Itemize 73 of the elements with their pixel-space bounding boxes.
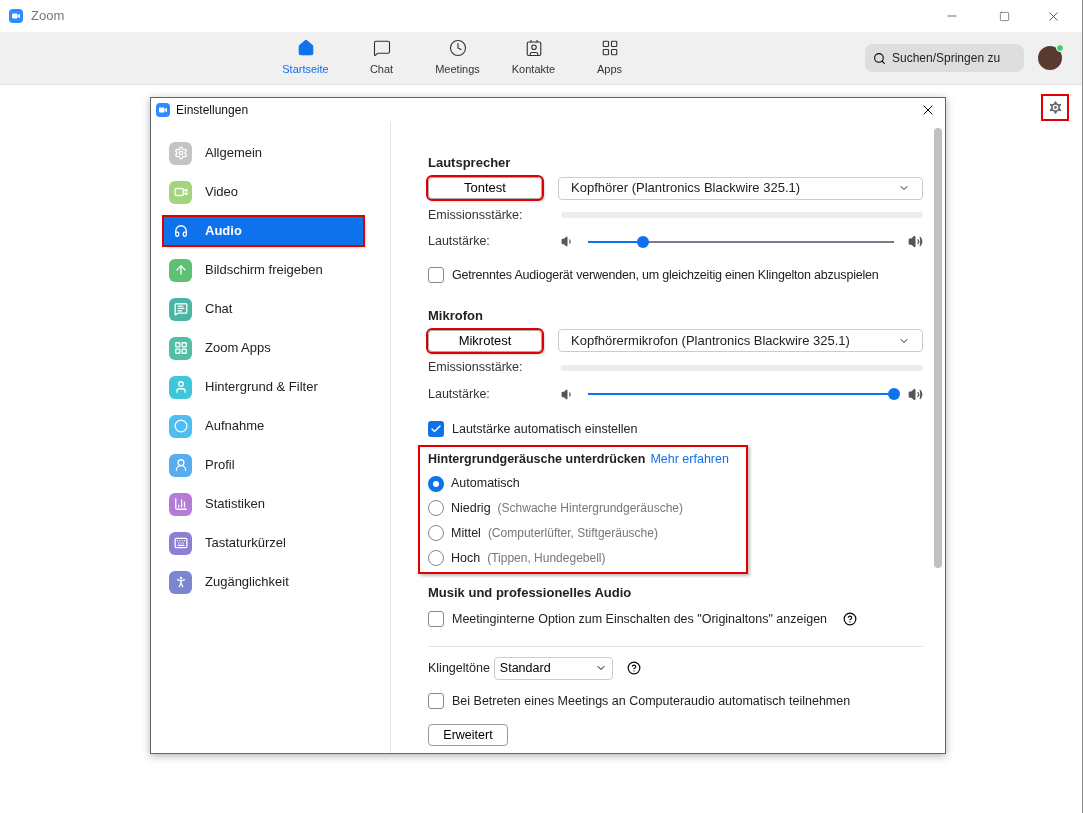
dialog-title: Einstellungen — [176, 102, 249, 119]
sidebar-item[interactable]: Profil — [164, 451, 390, 479]
advanced-button[interactable]: Erweitert — [428, 724, 508, 747]
section-heading: Lautsprecher — [428, 154, 512, 172]
checkbox[interactable] — [428, 267, 444, 284]
radio-hint: (Schwache Hintergrundgeräusche) — [497, 500, 684, 518]
checkbox-label: Getrenntes Audiogerät verwenden, um gleichzeitig einen Klingelton abzuspielen — [452, 267, 879, 284]
learn-more-link[interactable]: Mehr erfahren — [650, 449, 729, 469]
section-heading: Mikrofon — [428, 306, 484, 325]
speaker-high-icon — [908, 234, 923, 250]
home-icon — [296, 38, 315, 57]
contact-icon — [524, 38, 543, 57]
help-icon[interactable] — [626, 661, 641, 675]
slider-thumb[interactable] — [637, 235, 650, 248]
radio-label: Automatisch — [451, 475, 520, 493]
search-icon — [873, 52, 886, 65]
radio-hint: (Computerlüfter, Stiftgeräusche) — [487, 525, 658, 543]
nav-tab[interactable]: Startseite — [269, 38, 342, 78]
radio-label: Mittel — [451, 524, 481, 542]
nav-tab[interactable]: Apps — [573, 38, 646, 78]
sidebar-item[interactable]: Aufnahme — [164, 412, 390, 440]
speaker-high-icon — [908, 386, 923, 402]
radio-button[interactable] — [428, 475, 444, 492]
checkbox[interactable] — [428, 611, 444, 628]
checkbox-label: Meetinginterne Option zum Einschalten des "Originaltons" anzeigen — [452, 610, 828, 628]
field-label: Lautstärke: — [428, 233, 491, 251]
app-logo — [9, 9, 23, 23]
avatar[interactable] — [1038, 46, 1062, 70]
help-icon[interactable] — [843, 612, 858, 627]
maximize-icon[interactable] — [999, 10, 1010, 22]
test-button[interactable]: Mikrotest — [428, 329, 542, 352]
sidebar-item[interactable]: Video — [164, 178, 390, 206]
nav-tab[interactable]: Chat — [345, 38, 418, 78]
device-dropdown[interactable]: Kopfhörermikrofon (Plantronics Blackwire 325.1) — [558, 329, 923, 353]
sidebar-item[interactable]: Hintergrund & Filter — [164, 373, 390, 401]
sidebar-item[interactable]: Audio — [164, 217, 363, 245]
nav-tab[interactable]: Meetings — [421, 38, 494, 78]
field-label: Klingeltöne — [428, 659, 490, 677]
checkbox[interactable] — [428, 692, 444, 709]
radio-label: Niedrig — [451, 500, 491, 517]
field-label: Emissionsstärke: — [428, 206, 524, 224]
speaker-low-icon — [561, 387, 574, 401]
speaker-low-icon — [561, 235, 574, 249]
clock-icon — [448, 38, 467, 57]
sidebar-item[interactable]: Bildschirm freigeben — [164, 256, 390, 284]
radio-label: Hoch — [451, 549, 481, 567]
device-dropdown[interactable]: Kopfhörer (Plantronics Blackwire 325.1) — [558, 176, 923, 200]
settings-button[interactable] — [1041, 94, 1069, 121]
nav-tab[interactable]: Kontakte — [497, 38, 570, 78]
radio-hint: (Tippen, Hundegebell) — [487, 549, 606, 567]
chat-icon — [372, 38, 391, 57]
slider-thumb[interactable] — [888, 388, 900, 401]
gear-icon — [1046, 99, 1064, 116]
field-label: Lautstärke: — [428, 386, 491, 403]
scrollbar[interactable] — [934, 128, 942, 568]
app-logo — [156, 103, 170, 117]
field-label: Emissionsstärke: — [428, 359, 524, 377]
sidebar-item[interactable]: Statistiken — [164, 490, 390, 518]
apps-icon — [600, 38, 619, 57]
section-heading: Musik und professionelles Audio — [428, 584, 633, 603]
section-heading: Hintergrundgeräusche unterdrücken — [428, 450, 646, 468]
window-title: Zoom — [31, 7, 65, 26]
sidebar-item[interactable]: Allgemein — [164, 139, 390, 167]
test-button[interactable]: Tontest — [428, 177, 542, 199]
checkbox[interactable] — [428, 421, 444, 438]
search-field[interactable]: Suchen/Springen zu — [865, 44, 1024, 72]
sidebar-item[interactable]: Chat — [164, 295, 390, 323]
sidebar-item[interactable]: Tastaturkürzel — [164, 529, 390, 557]
checkbox-label: Lautstärke automatisch einstellen — [452, 420, 638, 438]
checkbox-label: Bei Betreten eines Meetings an Computeraudio automatisch teilnehmen — [452, 692, 851, 710]
ringtone-dropdown[interactable]: Standard — [493, 656, 613, 680]
sidebar-item[interactable]: Zoom Apps — [164, 334, 390, 362]
sidebar-item[interactable]: Zugänglichkeit — [164, 568, 390, 596]
